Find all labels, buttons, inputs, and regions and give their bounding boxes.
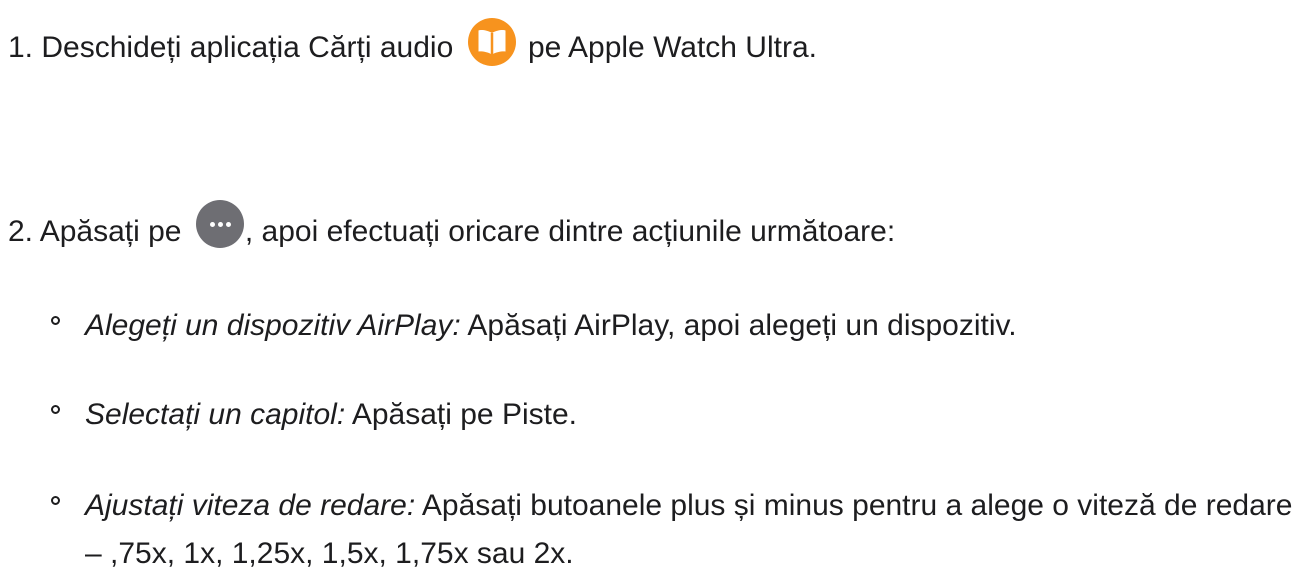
step-2: 2. Apăsați pe , apoi efectuați oricare d… bbox=[8, 200, 896, 257]
step-2-text-after: , apoi efectuați oricare dintre acțiunil… bbox=[244, 214, 896, 248]
action-text: Selectați un capitol: Apăsați pe Piste. bbox=[85, 391, 1293, 439]
step-2-number: 2. bbox=[8, 214, 34, 248]
step-2-text: Apăsați pe bbox=[39, 214, 182, 248]
books-app-icon bbox=[467, 18, 516, 66]
hollow-bullet-icon bbox=[51, 316, 60, 325]
action-term: Selectați un capitol: bbox=[85, 398, 346, 431]
step-1-number: 1. bbox=[8, 30, 34, 64]
action-description: Apăsați AirPlay, apoi alegeți un dispozi… bbox=[467, 309, 1017, 342]
action-description: Apăsați pe Piste. bbox=[351, 398, 577, 431]
hollow-bullet-icon bbox=[51, 496, 60, 505]
step-1-text: Deschideți aplicația Cărți audio bbox=[41, 30, 454, 64]
action-text: Alegeți un dispozitiv AirPlay: Apăsați A… bbox=[85, 302, 1293, 350]
action-item-airplay: Alegeți un dispozitiv AirPlay: Apăsați A… bbox=[48, 302, 1293, 350]
more-options-icon bbox=[195, 200, 244, 248]
action-term: Alegeți un dispozitiv AirPlay: bbox=[85, 309, 461, 342]
hollow-bullet-icon bbox=[51, 405, 60, 414]
action-item-speed: Ajustați viteza de redare: Apăsați butoa… bbox=[48, 482, 1293, 578]
step-1: 1. Deschideți aplicația Cărți audio pe A… bbox=[8, 18, 817, 73]
action-text: Ajustați viteza de redare: Apăsați butoa… bbox=[85, 482, 1293, 578]
step-1-text-after: pe Apple Watch Ultra. bbox=[527, 30, 817, 64]
action-item-chapter: Selectați un capitol: Apăsați pe Piste. bbox=[48, 391, 1293, 439]
action-term: Ajustați viteza de redare: bbox=[85, 489, 416, 522]
